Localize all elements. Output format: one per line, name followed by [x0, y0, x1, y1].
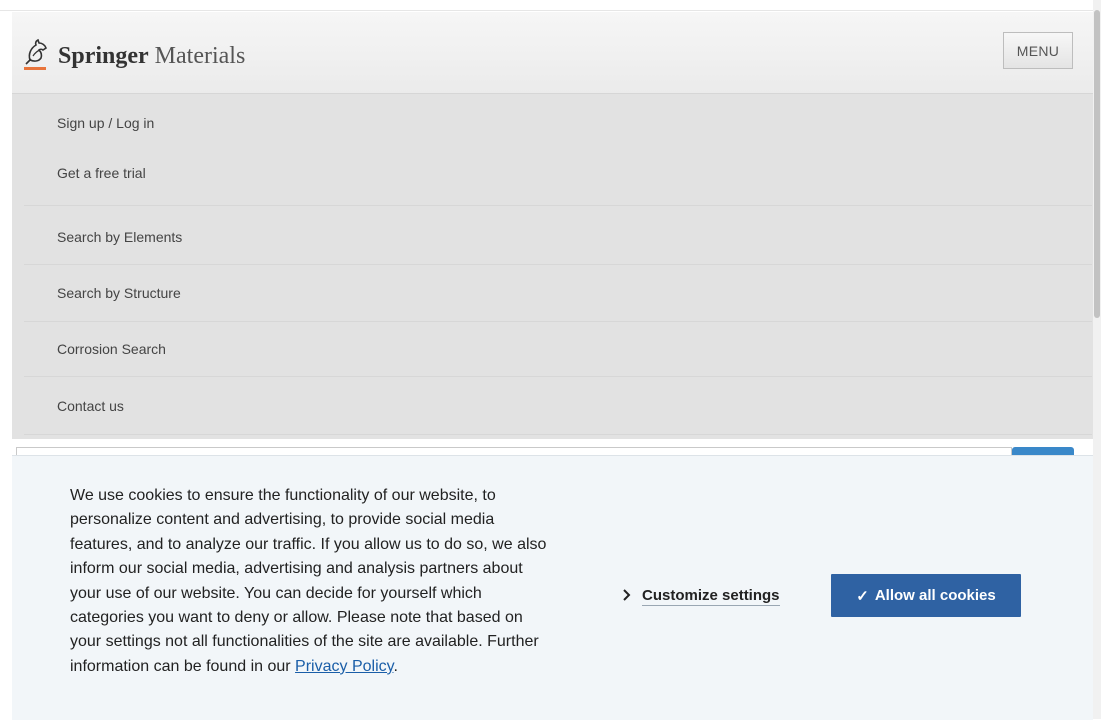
top-border — [0, 10, 1093, 11]
menu-item-search-by-structure[interactable]: Search by Structure — [57, 285, 181, 301]
scrollbar-thumb[interactable] — [1094, 10, 1100, 318]
logo-text: Springer Materials — [58, 44, 245, 74]
menu-button[interactable]: MENU — [1003, 32, 1073, 69]
menu-item-contact-us[interactable]: Contact us — [57, 398, 124, 414]
chevron-right-icon — [622, 588, 636, 604]
customize-settings-label: Customize settings — [642, 586, 780, 606]
menu-item-sign-up-log-in[interactable]: Sign up / Log in — [57, 115, 154, 131]
menu-divider — [24, 376, 1092, 377]
vertical-scrollbar[interactable] — [1093, 0, 1101, 719]
menu-divider — [24, 321, 1092, 322]
nav-menu: Sign up / Log in Get a free trial Search… — [12, 94, 1093, 439]
allow-all-cookies-label: Allow all cookies — [874, 587, 996, 604]
privacy-policy-link[interactable]: Privacy Policy — [295, 658, 393, 675]
menu-divider — [24, 434, 1092, 435]
menu-item-corrosion-search[interactable]: Corrosion Search — [57, 341, 166, 357]
cookie-banner: We use cookies to ensure the functionali… — [12, 455, 1093, 720]
menu-item-search-by-elements[interactable]: Search by Elements — [57, 229, 182, 245]
cookie-message-text: We use cookies to ensure the functionali… — [70, 487, 547, 675]
logo-product: Materials — [154, 43, 246, 69]
cookie-message-period: . — [393, 657, 398, 675]
checkmark-icon: ✓ — [856, 587, 869, 605]
cookie-message: We use cookies to ensure the functionali… — [70, 484, 556, 679]
menu-item-free-trial[interactable]: Get a free trial — [57, 165, 146, 181]
logo-brand: Springer — [58, 43, 149, 69]
springer-horse-icon — [22, 38, 52, 74]
menu-divider — [24, 264, 1092, 265]
springer-materials-logo[interactable]: Springer Materials — [22, 34, 245, 74]
customize-settings-button[interactable]: Customize settings — [622, 584, 780, 608]
allow-all-cookies-button[interactable]: ✓ Allow all cookies — [831, 574, 1021, 617]
site-header: Springer Materials MENU — [12, 12, 1093, 94]
menu-divider — [24, 205, 1092, 206]
page: Springer Materials MENU Sign up / Log in… — [0, 0, 1093, 720]
